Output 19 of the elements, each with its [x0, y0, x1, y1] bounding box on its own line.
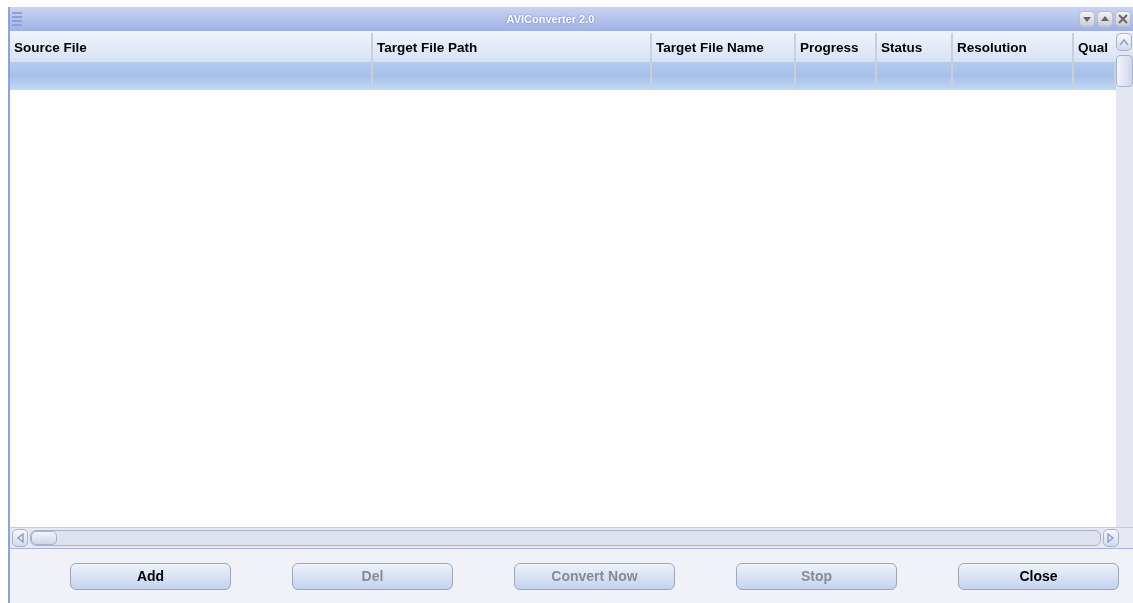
action-button[interactable]: Add	[70, 562, 231, 590]
column-header[interactable]: Qual	[1074, 33, 1116, 62]
minimize-button[interactable]	[1079, 11, 1095, 27]
close-icon	[1118, 14, 1128, 24]
triangle-left-icon[interactable]	[16, 533, 24, 543]
window-title: AVIConverter 2.0	[505, 13, 596, 25]
chevron-up-icon[interactable]	[1119, 38, 1129, 46]
triangle-up-icon	[1100, 14, 1110, 24]
horizontal-scrollbar[interactable]	[10, 527, 1133, 549]
table-row[interactable]	[10, 62, 1116, 90]
vertical-scrollbar[interactable]	[1116, 33, 1133, 527]
triangle-right-icon[interactable]	[1107, 533, 1115, 543]
action-button[interactable]: Close	[958, 562, 1119, 590]
scroll-thumb[interactable]	[1116, 55, 1133, 87]
triangle-down-icon	[1082, 14, 1092, 24]
close-window-button[interactable]	[1115, 11, 1131, 27]
menu-icon[interactable]	[12, 10, 22, 28]
scroll-thumb[interactable]	[31, 531, 57, 545]
maximize-button[interactable]	[1097, 11, 1113, 27]
